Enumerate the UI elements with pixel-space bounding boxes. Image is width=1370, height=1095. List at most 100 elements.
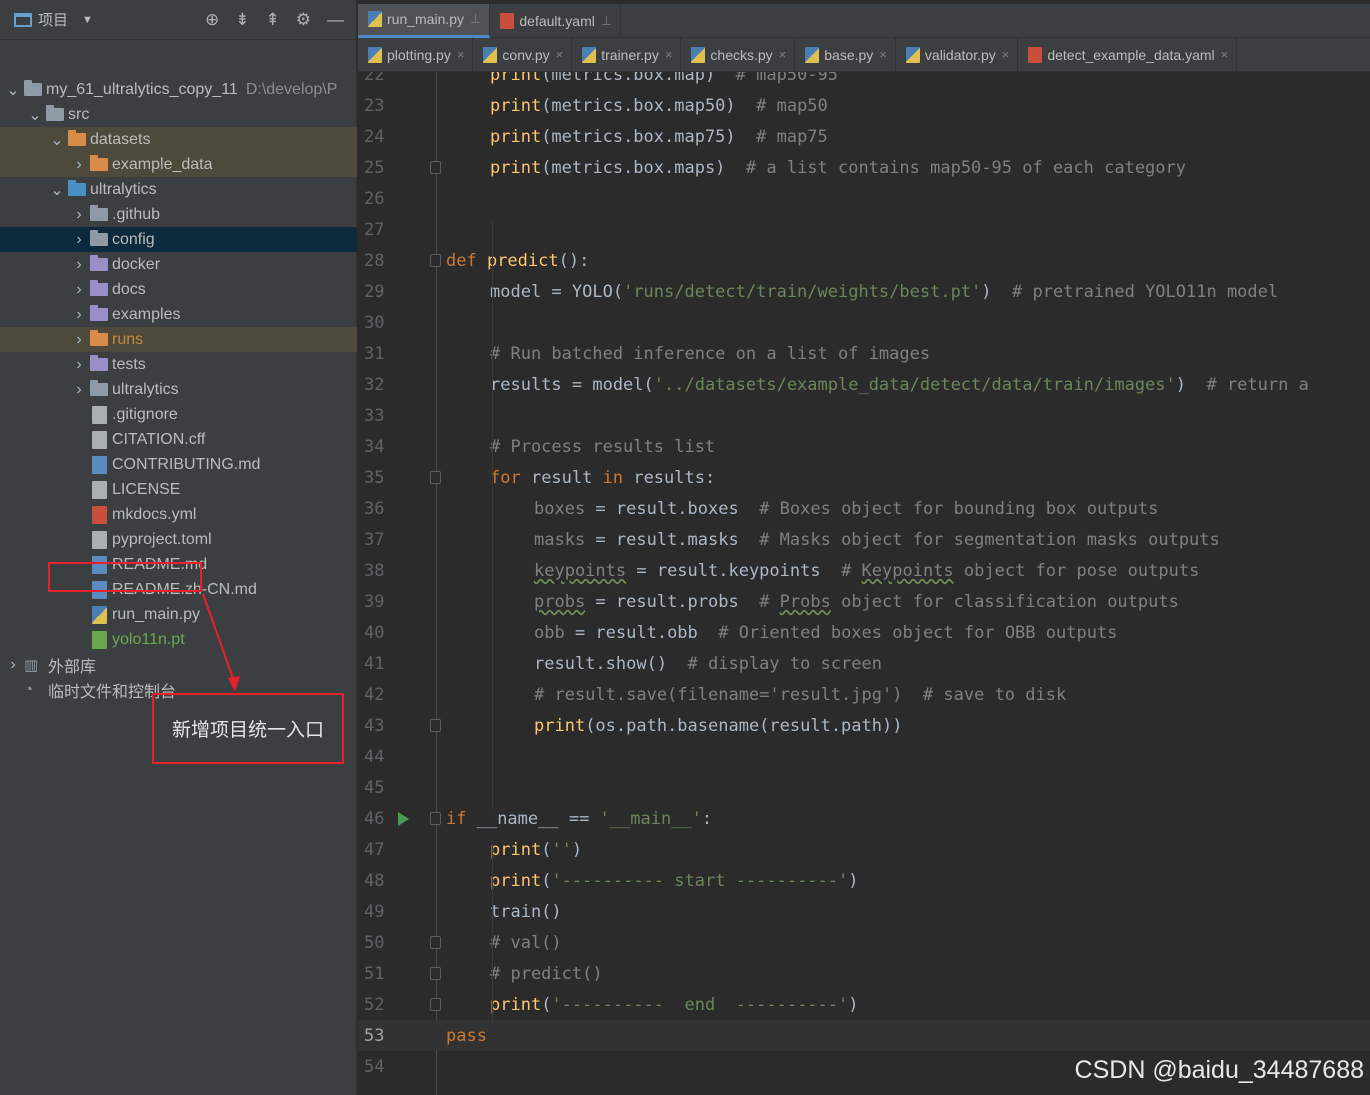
close-icon[interactable]: × [779,47,787,62]
code-line[interactable]: 26 [358,183,1370,214]
code-token: # map75 [756,126,828,147]
code-token: obb [534,622,565,643]
run-icon[interactable] [398,811,409,826]
fold-icon[interactable] [430,161,441,174]
fold-icon[interactable] [430,936,441,949]
code-line[interactable]: 40 obb = result.obb # Oriented boxes obje… [358,617,1370,648]
tab-trainer-py[interactable]: trainer.py × [572,37,682,72]
code-text: print('---------- end ----------') [490,995,859,1015]
indent-guide [492,840,493,1026]
close-icon[interactable]: × [457,47,465,62]
code-token: # [759,591,780,612]
code-text: # predict() [490,964,603,984]
line-number: 49 [364,901,385,922]
code-token: ( [541,839,552,860]
py-file-icon [368,11,382,27]
code-line[interactable]: 43 print(os.path.basename(result.path)) [358,710,1370,741]
tab-checks-py[interactable]: checks.py × [681,37,796,72]
code-line[interactable]: 27 [358,214,1370,245]
py-file-icon [805,46,820,63]
fold-icon[interactable] [430,719,441,732]
code-line[interactable]: 28 def predict(): [358,245,1370,276]
code-text: print('---------- start ----------') [490,871,859,891]
tab-conv-py[interactable]: conv.py × [473,37,573,72]
code-line[interactable]: 53 pass [358,1020,1370,1051]
code-token: for [490,467,531,488]
code-line[interactable]: 32 results = model('../datasets/example_d… [358,369,1370,400]
pin-icon[interactable]: ⊥ [601,13,612,29]
tab-label: checks.py [710,46,773,63]
code-line[interactable]: 42 # result.save(filename='result.jpg') #… [358,679,1370,710]
code-line[interactable]: 33 [358,400,1370,431]
code-line[interactable]: 29 model = YOLO('runs/detect/train/weight… [358,276,1370,307]
close-icon[interactable]: × [665,47,673,62]
editor: run_main.py ⊥ default.yaml ⊥ plotting.py × co… [358,0,1370,1095]
close-icon[interactable]: × [1002,47,1010,62]
code-line[interactable]: 23 print(metrics.box.map50) # map50 [358,90,1370,121]
tab-validator-py[interactable]: validator.py × [896,37,1019,72]
code-token: (metrics.box.map50) [541,95,757,116]
code-token: # result.save(filename='result.jpg') # s… [534,684,1067,705]
code-line[interactable]: 49 train() [358,896,1370,927]
code-line[interactable]: 31 # Run batched inference on a list of i… [358,338,1370,369]
fold-icon[interactable] [430,471,441,484]
line-number: 45 [364,777,385,798]
py-file-icon [582,46,597,63]
code-token: # val() [490,932,562,953]
code-token: print [490,72,542,85]
code-line[interactable]: 38 keypoints = result.keypoints # Keypoin… [358,555,1370,586]
code-line[interactable]: 45 [358,772,1370,803]
code-line[interactable]: 37 masks = result.masks # Masks object fo… [358,524,1370,555]
code-token: '---------- end ----------' [551,994,849,1015]
code-line[interactable]: 41 result.show() # display to screen [358,648,1370,679]
code-line[interactable]: 24 print(metrics.box.map75) # map75 [358,121,1370,152]
line-number: 53 [364,1025,385,1046]
yml-file-icon [500,12,515,29]
code-line[interactable]: 44 [358,741,1370,772]
code-token: # map50 [756,95,828,116]
code-line[interactable]: 34 # Process results list [358,431,1370,462]
tab-default-yaml[interactable]: default.yaml ⊥ [490,3,622,38]
tab-run-main-py[interactable]: run_main.py ⊥ [358,3,491,38]
code-token: # Masks object for segmentation masks ou… [759,529,1220,550]
code-line[interactable]: 52 print('---------- end ----------') [358,989,1370,1020]
line-number: 48 [364,870,385,891]
code-text: print(metrics.box.maps) # a list contain… [490,158,1186,178]
close-icon[interactable]: × [879,47,887,62]
line-number: 50 [364,932,385,953]
code-line[interactable]: 30 [358,307,1370,338]
tab-detect-example-data-yaml[interactable]: detect_example_data.yaml × [1018,37,1238,72]
code-line[interactable]: 48 print('---------- start ----------') [358,865,1370,896]
code-line[interactable]: 51 # predict() [358,958,1370,989]
line-number: 52 [364,994,385,1015]
code-token: = result.boxes [585,498,760,519]
code-line[interactable]: 36 boxes = result.boxes # Boxes object fo… [358,493,1370,524]
code-token: '' [551,839,572,860]
tab-plotting-py[interactable]: plotting.py × [358,37,474,72]
fold-icon[interactable] [430,812,441,825]
code-line[interactable]: 50 # val() [358,927,1370,958]
code-token: ) [981,281,1013,302]
tab-base-py[interactable]: base.py × [795,37,896,72]
line-number: 43 [364,715,385,736]
pin-icon[interactable]: ⊥ [470,11,481,27]
indent-guide [492,499,493,747]
fold-icon[interactable] [430,254,441,267]
line-number: 46 [364,808,385,829]
fold-icon[interactable] [430,967,441,980]
code-area[interactable]: 22 print(metrics.box.map) # map50-95 23 pri… [358,72,1370,1095]
code-line[interactable]: 22 print(metrics.box.map) # map50-95 [358,72,1370,90]
code-line[interactable]: 25 print(metrics.box.maps) # a list conta… [358,152,1370,183]
code-token: ) [571,839,583,860]
code-token: boxes [534,498,586,519]
code-line[interactable]: 46 if __name__ == '__main__': [358,803,1370,834]
code-token: ) [1175,374,1207,395]
close-icon[interactable]: × [556,47,564,62]
code-line[interactable]: 35 for result in results: [358,462,1370,493]
code-line[interactable]: 39 probs = result.probs # Probs object fo… [358,586,1370,617]
close-icon[interactable]: × [1221,47,1229,62]
fold-icon[interactable] [430,998,441,1011]
code-text: train() [490,902,562,922]
code-token: '../datasets/example_data/detect/data/tr… [653,374,1176,395]
code-line[interactable]: 47 print('') [358,834,1370,865]
